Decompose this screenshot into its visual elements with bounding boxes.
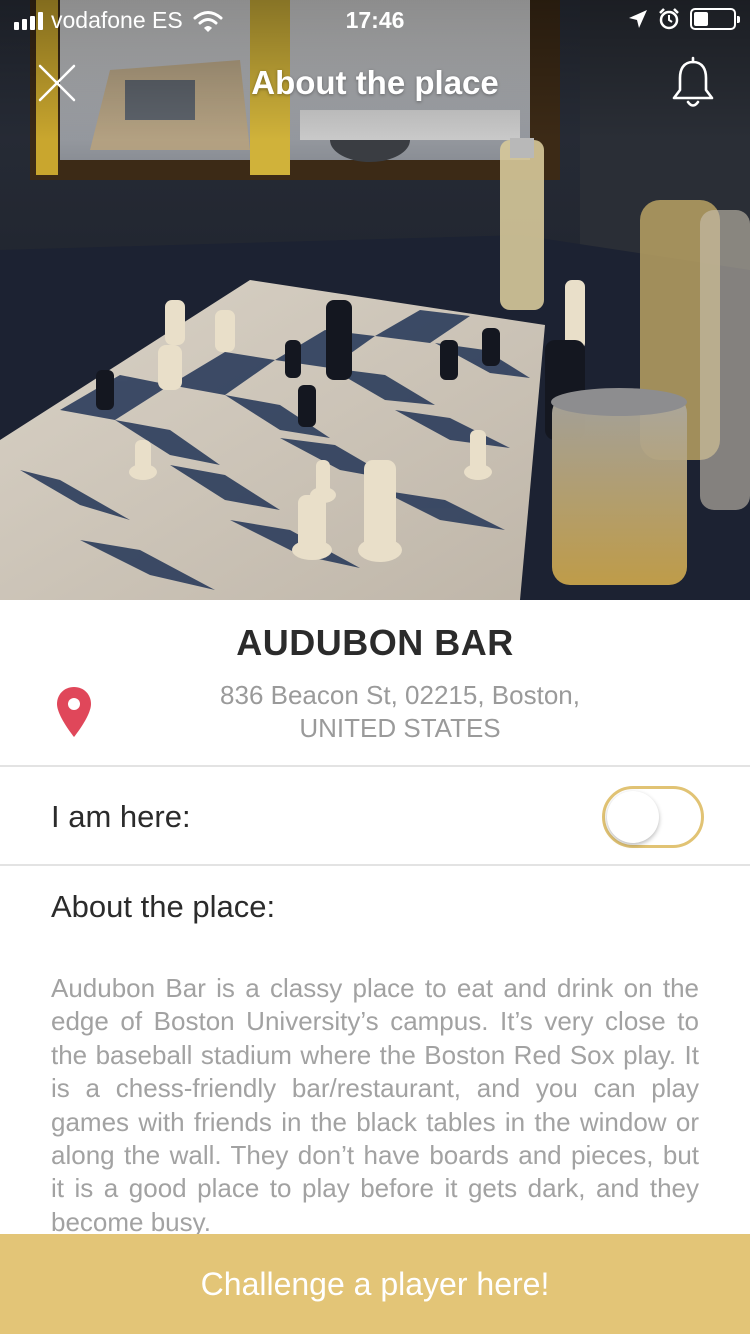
location-arrow-icon: [629, 10, 647, 28]
challenge-player-label: Challenge a player here!: [200, 1265, 550, 1302]
challenge-player-button[interactable]: Challenge a player here!: [0, 1234, 750, 1334]
divider: [0, 765, 750, 767]
bell-icon[interactable]: [670, 56, 716, 110]
about-description: Audubon Bar is a classy place to eat and…: [51, 973, 699, 1234]
address-line-2: UNITED STATES: [299, 713, 501, 743]
i-am-here-toggle[interactable]: [602, 786, 704, 848]
place-name: AUDUBON BAR: [236, 622, 514, 663]
toggle-knob: [607, 791, 659, 843]
address-line-1: 836 Beacon St, 02215, Boston,: [220, 680, 580, 710]
battery-icon: [690, 8, 740, 30]
about-description-scroll[interactable]: Audubon Bar is a classy place to eat and…: [51, 972, 699, 1234]
divider: [0, 864, 750, 866]
status-bar: vodafone ES 17:46: [0, 0, 750, 40]
i-am-here-label: I am here:: [51, 799, 191, 834]
about-heading: About the place:: [51, 889, 276, 924]
alarm-icon: [659, 8, 679, 30]
page-title: About the place: [251, 64, 499, 101]
map-pin-icon: [57, 687, 91, 737]
